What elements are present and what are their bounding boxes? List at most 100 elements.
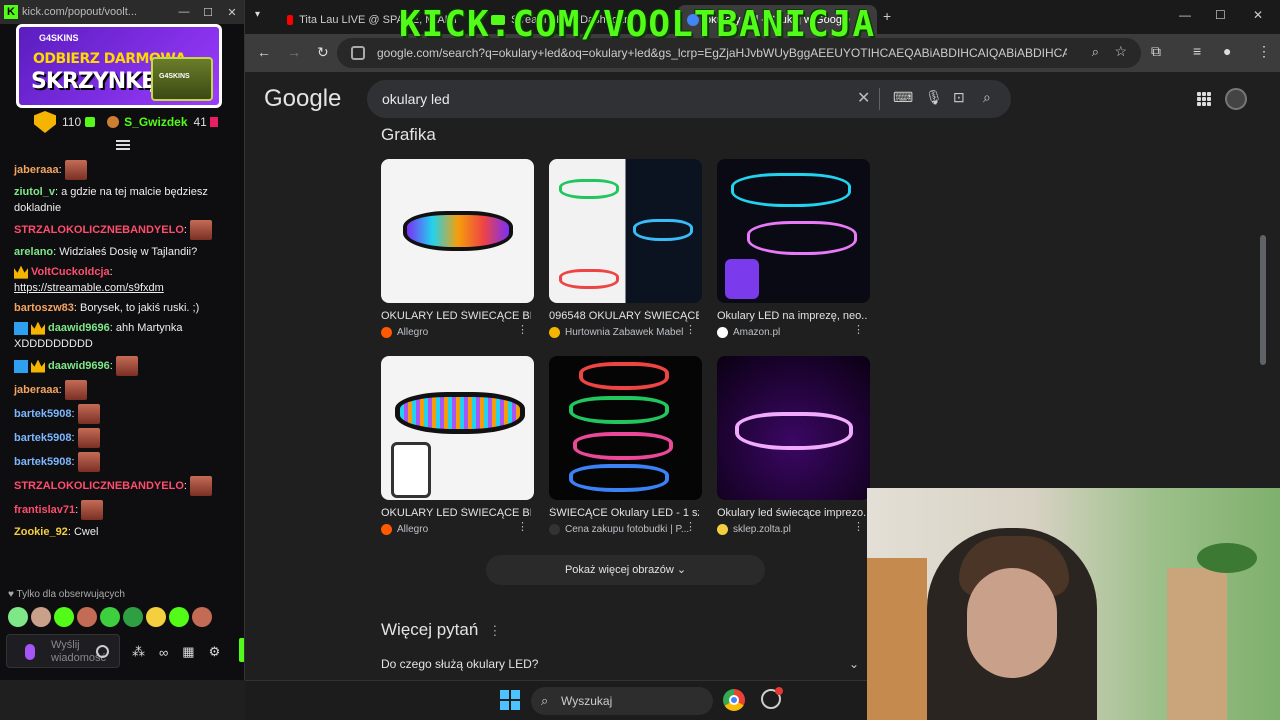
back-icon[interactable]: ←: [257, 44, 271, 60]
store-icon[interactable]: ▦: [182, 644, 194, 660]
minimize-icon[interactable]: —: [172, 6, 196, 18]
tab-search-icon[interactable]: ▾: [255, 9, 260, 20]
chat-username[interactable]: daawid9696: [48, 360, 110, 372]
chat-username[interactable]: ziutol_v: [14, 186, 55, 198]
result-thumbnail[interactable]: [549, 159, 702, 303]
windows-start-icon[interactable]: [500, 690, 520, 710]
more-options-icon[interactable]: ⋮: [685, 323, 696, 336]
result-thumbnail[interactable]: [381, 356, 534, 500]
image-result[interactable]: Okulary LED na imprezę, neo... Amazon.pl…: [717, 159, 870, 338]
more-options-icon[interactable]: ⋮: [685, 520, 696, 533]
result-caption[interactable]: 096548 OKULARY ŚWIECĄCE...: [549, 310, 699, 322]
clear-icon[interactable]: ✕: [857, 88, 870, 108]
result-caption[interactable]: OKULARY LED ŚWIECĄCE BL...: [381, 507, 531, 519]
emote-icon[interactable]: [77, 607, 97, 627]
result-thumbnail[interactable]: [717, 159, 870, 303]
share-icon[interactable]: ⁂: [132, 644, 145, 660]
image-result[interactable]: 096548 OKULARY ŚWIECĄCE... Hurtownia Zab…: [549, 159, 702, 338]
chat-username[interactable]: VoltCuckoldcja: [31, 266, 110, 278]
result-caption[interactable]: Okulary LED na imprezę, neo...: [717, 310, 867, 322]
result-thumbnail[interactable]: [717, 356, 870, 500]
media-icon[interactable]: ≡: [1193, 43, 1201, 59]
chat-username[interactable]: frantislav71: [14, 504, 75, 516]
show-more-images-button[interactable]: Pokaż więcej obrazów ⌄: [486, 555, 765, 585]
more-options-icon[interactable]: ⋮: [488, 623, 501, 638]
image-result[interactable]: Okulary led świecące imprezo... sklep.zo…: [717, 356, 870, 535]
chat-username[interactable]: bartek5908: [14, 432, 72, 444]
microphone-icon[interactable]: 🎙: [925, 89, 943, 106]
tab-youtube[interactable]: Tita Lau LIVE @ SPACE, MIAMI: [277, 5, 467, 34]
result-caption[interactable]: ŚWIECĄCE Okulary LED - 1 sz...: [549, 507, 699, 519]
image-result[interactable]: ŚWIECĄCE Okulary LED - 1 sz... Cena zaku…: [549, 356, 702, 535]
close-tab-icon[interactable]: ✕: [648, 13, 657, 26]
chat-username[interactable]: STRZALOKOLICZNEBANDYELO: [14, 480, 184, 492]
bookmark-star-icon[interactable]: ☆: [1114, 43, 1127, 60]
emote-icon[interactable]: [8, 607, 28, 627]
emoji-icon[interactable]: [96, 645, 109, 658]
result-thumbnail[interactable]: [549, 356, 702, 500]
tab-kick-dashboard[interactable]: Stream - Kick Dashboard ✕: [481, 5, 681, 34]
chat-username[interactable]: bartek5908: [14, 408, 72, 420]
site-info-icon[interactable]: [351, 46, 365, 60]
chrome-icon[interactable]: [723, 689, 745, 711]
close-icon[interactable]: ✕: [1253, 8, 1263, 22]
emote-icon[interactable]: [169, 607, 189, 627]
image-result[interactable]: OKULARY LED ŚWIECĄCE BL... Allegro ⋮: [381, 159, 534, 338]
result-caption[interactable]: Okulary led świecące imprezo...: [717, 507, 867, 519]
scrollbar[interactable]: [1260, 235, 1266, 365]
expand-list-icon[interactable]: [116, 140, 130, 152]
new-tab-icon[interactable]: +: [883, 8, 891, 24]
maximize-icon[interactable]: ☐: [196, 6, 220, 19]
reload-icon[interactable]: ↻: [317, 44, 329, 61]
app-icon[interactable]: [761, 687, 783, 709]
keyboard-icon[interactable]: ⌨: [893, 89, 913, 106]
top-user-name[interactable]: S_Gwizdek: [124, 115, 187, 129]
emote-icon[interactable]: [146, 607, 166, 627]
chat-username[interactable]: Zookie_92: [14, 526, 68, 538]
minimize-icon[interactable]: —: [1179, 8, 1191, 22]
chat-username[interactable]: STRZALOKOLICZNEBANDYELO: [14, 224, 184, 236]
close-icon[interactable]: ✕: [220, 6, 244, 19]
chat-username[interactable]: bartoszw83: [14, 302, 74, 314]
more-options-icon[interactable]: ⋮: [853, 323, 864, 336]
chat-username[interactable]: jaberaaa: [14, 164, 59, 176]
avatar[interactable]: [1225, 88, 1247, 110]
search-box[interactable]: okulary led ✕ ⌨ 🎙 ⊡ ⌕: [367, 80, 1011, 118]
result-thumbnail[interactable]: [381, 159, 534, 303]
emote-icon[interactable]: [54, 607, 74, 627]
emote-icon[interactable]: [192, 607, 212, 627]
chat-username[interactable]: daawid9696: [48, 322, 110, 334]
microphone-icon[interactable]: [25, 644, 35, 660]
emote-icon[interactable]: [123, 607, 143, 627]
google-logo[interactable]: Google: [264, 85, 341, 113]
search-icon[interactable]: ⌕: [983, 89, 991, 106]
lens-icon[interactable]: ⊡: [953, 89, 965, 106]
search-query[interactable]: okulary led: [382, 91, 450, 107]
menu-icon[interactable]: ⋮: [1257, 43, 1271, 60]
image-result[interactable]: OKULARY LED ŚWIECĄCE BL... Allegro ⋮: [381, 356, 534, 535]
gear-icon[interactable]: ⚙: [209, 644, 221, 660]
infinity-icon[interactable]: ∞: [159, 645, 168, 660]
faq-question[interactable]: Do czego służą okulary LED?: [381, 657, 538, 671]
chat-username[interactable]: jaberaaa: [14, 384, 59, 396]
more-options-icon[interactable]: ⋮: [517, 520, 528, 533]
chevron-down-icon[interactable]: ⌄: [849, 657, 859, 671]
promo-banner[interactable]: G4SKINS ODBIERZ DARMOWĄ SKRZYNKĘ! G4SKIN…: [16, 24, 222, 108]
chat-username[interactable]: arelano: [14, 246, 53, 258]
emote-icon[interactable]: [31, 607, 51, 627]
profile-icon[interactable]: ●: [1223, 43, 1231, 59]
address-bar[interactable]: google.com/search?q=okulary+led&oq=okula…: [337, 38, 1141, 68]
extensions-icon[interactable]: ⧉: [1151, 43, 1161, 60]
search-icon[interactable]: ⌕: [1092, 44, 1099, 60]
more-options-icon[interactable]: ⋮: [853, 520, 864, 533]
apps-grid-icon[interactable]: [1197, 92, 1211, 106]
maximize-icon[interactable]: ☐: [1215, 8, 1226, 22]
emote-icon[interactable]: [100, 607, 120, 627]
chat-input[interactable]: Wyślij wiadomość: [6, 634, 120, 668]
forward-icon[interactable]: →: [287, 44, 301, 60]
result-caption[interactable]: OKULARY LED ŚWIECĄCE BL...: [381, 310, 531, 322]
taskbar-search[interactable]: ⌕ Wyszukaj: [531, 687, 713, 715]
more-options-icon[interactable]: ⋮: [517, 323, 528, 336]
chat-username[interactable]: bartek5908: [14, 456, 72, 468]
tab-google[interactable]: okulary led - Szukaj w Google: [677, 5, 877, 34]
